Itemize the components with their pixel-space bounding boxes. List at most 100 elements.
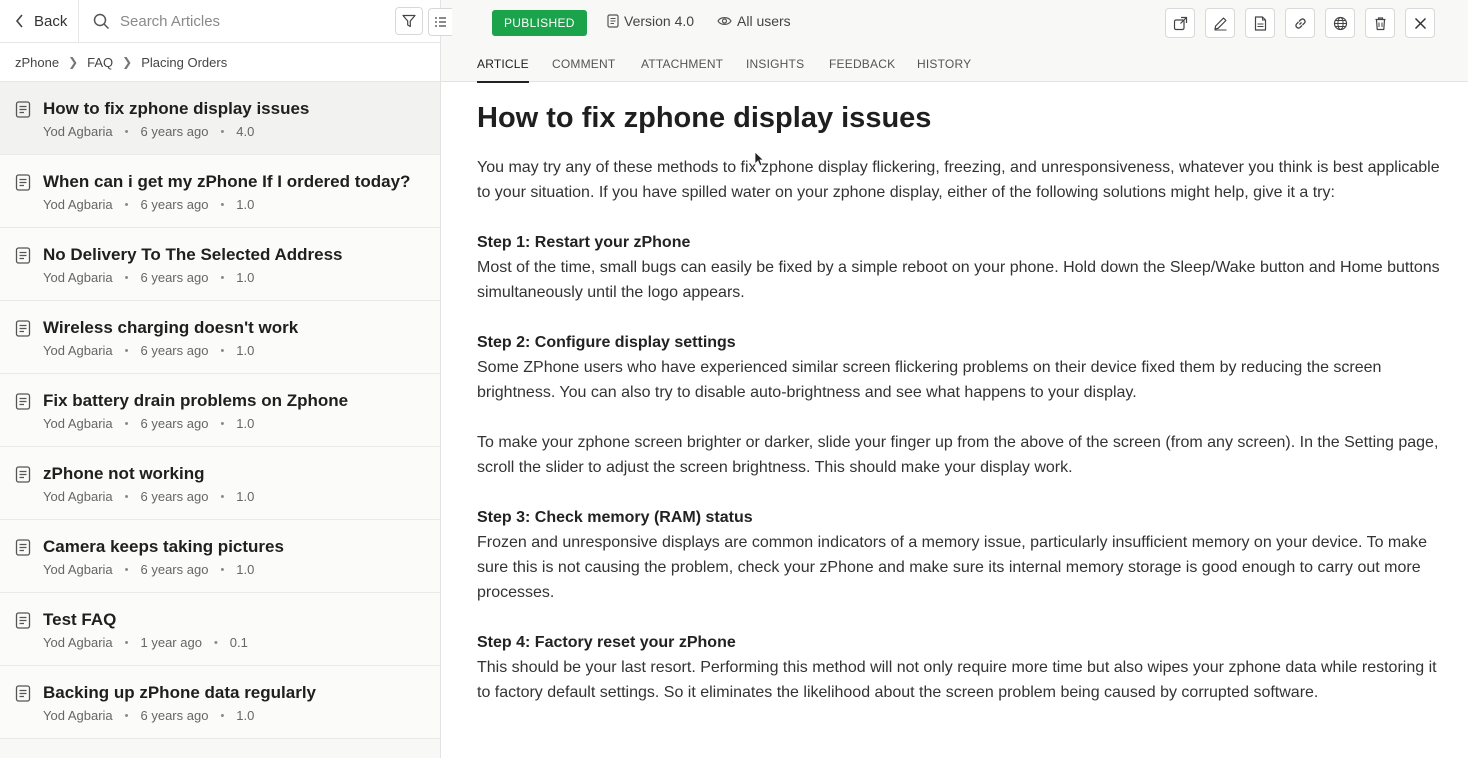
list-item[interactable]: Wireless charging doesn't work Yod Agbar…	[0, 301, 440, 374]
separator-dot: •	[220, 417, 225, 430]
eye-icon	[717, 17, 732, 25]
panel-toggle-button[interactable]	[428, 8, 452, 36]
article-intro: You may try any of these methods to fix …	[477, 159, 1440, 201]
article-title: Wireless charging doesn't work	[43, 318, 299, 337]
document-icon	[15, 466, 31, 483]
menu-icon	[435, 17, 446, 27]
share-icon	[1173, 16, 1187, 30]
edit-button[interactable]	[1205, 8, 1235, 38]
step-heading: Step 2: Configure display settings	[477, 334, 736, 351]
translate-button[interactable]	[1325, 8, 1355, 38]
article-version: 1.0	[236, 270, 255, 285]
article-title: Backing up zPhone data regularly	[43, 683, 317, 702]
list-item[interactable]: Backing up zPhone data regularly Yod Agb…	[0, 666, 440, 739]
article-author: Yod Agbaria	[43, 197, 113, 212]
article-step: Step 2: Configure display settings Some …	[477, 330, 1442, 480]
document-icon	[15, 685, 31, 702]
step-heading: Step 3: Check memory (RAM) status	[477, 509, 753, 526]
breadcrumb-item[interactable]: Placing Orders	[141, 55, 227, 70]
delete-icon	[1375, 16, 1385, 30]
article-list: How to fix zphone display issues Yod Agb…	[0, 82, 440, 739]
audience-label: All users	[737, 13, 791, 29]
separator-dot: •	[124, 417, 129, 430]
list-item[interactable]: Camera keeps taking pictures Yod Agbaria…	[0, 520, 440, 593]
article-header: PUBLISHED Version 4.0 All users	[441, 0, 1468, 43]
share-button[interactable]	[1165, 8, 1195, 38]
tab-history[interactable]: HISTORY	[917, 57, 971, 71]
article-time: 6 years ago	[140, 197, 209, 212]
list-item[interactable]: zPhone not working Yod Agbaria • 6 years a…	[0, 447, 440, 520]
article-tabs: ARTICLE COMMENT ATTACHMENT INSIGHTS FEED…	[441, 43, 1468, 83]
back-button[interactable]: Back	[0, 0, 79, 43]
article-title: How to fix zphone display issues	[43, 99, 310, 118]
article-version: 1.0	[236, 197, 255, 212]
article-time: 6 years ago	[140, 416, 209, 431]
article-version: 1.0	[236, 489, 255, 504]
separator-dot: •	[220, 709, 225, 722]
version-label: Version 4.0	[624, 13, 695, 29]
separator-dot: •	[220, 271, 225, 284]
article-version: 1.0	[236, 416, 255, 431]
list-item[interactable]: Test FAQ Yod Agbaria • 1 year ago • 0.1	[0, 593, 440, 666]
article-title: Camera keeps taking pictures	[43, 537, 284, 556]
article-version: 4.0	[236, 124, 255, 139]
separator-dot: •	[124, 271, 129, 284]
export-pdf-button[interactable]	[1245, 8, 1275, 38]
separator-dot: •	[124, 490, 129, 503]
document-icon	[15, 320, 31, 337]
tab-insights[interactable]: INSIGHTS	[746, 57, 804, 71]
separator-dot: •	[220, 490, 225, 503]
document-icon	[15, 393, 31, 410]
close-icon	[1414, 17, 1426, 29]
article-author: Yod Agbaria	[43, 635, 113, 650]
translate-icon	[1333, 16, 1347, 30]
list-item[interactable]: How to fix zphone display issues Yod Agb…	[0, 82, 440, 155]
article-title: zPhone not working	[43, 464, 205, 483]
tab-article[interactable]: ARTICLE	[477, 57, 529, 83]
article-list-panel: Back zPhone ❯ FAQ ❯ Placing Orders How t…	[0, 0, 441, 758]
article-author: Yod Agbaria	[43, 562, 113, 577]
separator-dot: •	[124, 636, 129, 649]
tab-attachment[interactable]: ATTACHMENT	[641, 57, 723, 71]
article-author: Yod Agbaria	[43, 708, 113, 723]
breadcrumb-item[interactable]: zPhone	[15, 55, 59, 70]
delete-button[interactable]	[1365, 8, 1395, 38]
step-body: Some ZPhone users who have experienced s…	[477, 359, 1382, 401]
search-input[interactable]	[120, 12, 370, 30]
document-icon	[15, 612, 31, 629]
search-icon	[93, 13, 110, 29]
copy-link-button[interactable]	[1285, 8, 1315, 38]
list-item[interactable]: Fix battery drain problems on Zphone Yod…	[0, 374, 440, 447]
close-button[interactable]	[1405, 8, 1435, 38]
article-author: Yod Agbaria	[43, 270, 113, 285]
filter-button[interactable]	[395, 7, 423, 35]
article-title: No Delivery To The Selected Address	[43, 245, 343, 264]
step-body-extra: To make your zphone screen brighter or d…	[477, 434, 1439, 476]
separator-dot: •	[220, 125, 225, 138]
tab-feedback[interactable]: FEEDBACK	[829, 57, 895, 71]
status-badge[interactable]: PUBLISHED	[492, 10, 587, 36]
article-author: Yod Agbaria	[43, 124, 113, 139]
article-time: 1 year ago	[140, 635, 202, 650]
audience-info[interactable]: All users	[717, 13, 791, 29]
pdf-icon	[1254, 15, 1266, 31]
article-version: 0.1	[229, 635, 248, 650]
article-view: PUBLISHED Version 4.0 All users ARTICLE …	[441, 0, 1468, 758]
chevron-left-icon	[15, 14, 23, 28]
article-step: Step 3: Check memory (RAM) status Frozen…	[477, 505, 1442, 605]
article-time: 6 years ago	[140, 343, 209, 358]
step-body: This should be your last resort. Perform…	[477, 659, 1437, 701]
separator-dot: •	[220, 563, 225, 576]
tab-comment[interactable]: COMMENT	[552, 57, 615, 71]
list-item[interactable]: When can i get my zPhone If I ordered to…	[0, 155, 440, 228]
version-info[interactable]: Version 4.0	[607, 13, 694, 29]
document-icon	[15, 101, 31, 118]
article-title: Test FAQ	[43, 610, 117, 629]
breadcrumb-item[interactable]: FAQ	[87, 55, 113, 70]
article-title: Fix battery drain problems on Zphone	[43, 391, 349, 410]
list-item[interactable]: No Delivery To The Selected Address Yod …	[0, 228, 440, 301]
separator-dot: •	[124, 344, 129, 357]
edit-icon	[1213, 17, 1226, 30]
step-body: Frozen and unresponsive displays are com…	[477, 534, 1428, 601]
article-step: Step 1: Restart your zPhone Most of the …	[477, 230, 1442, 305]
